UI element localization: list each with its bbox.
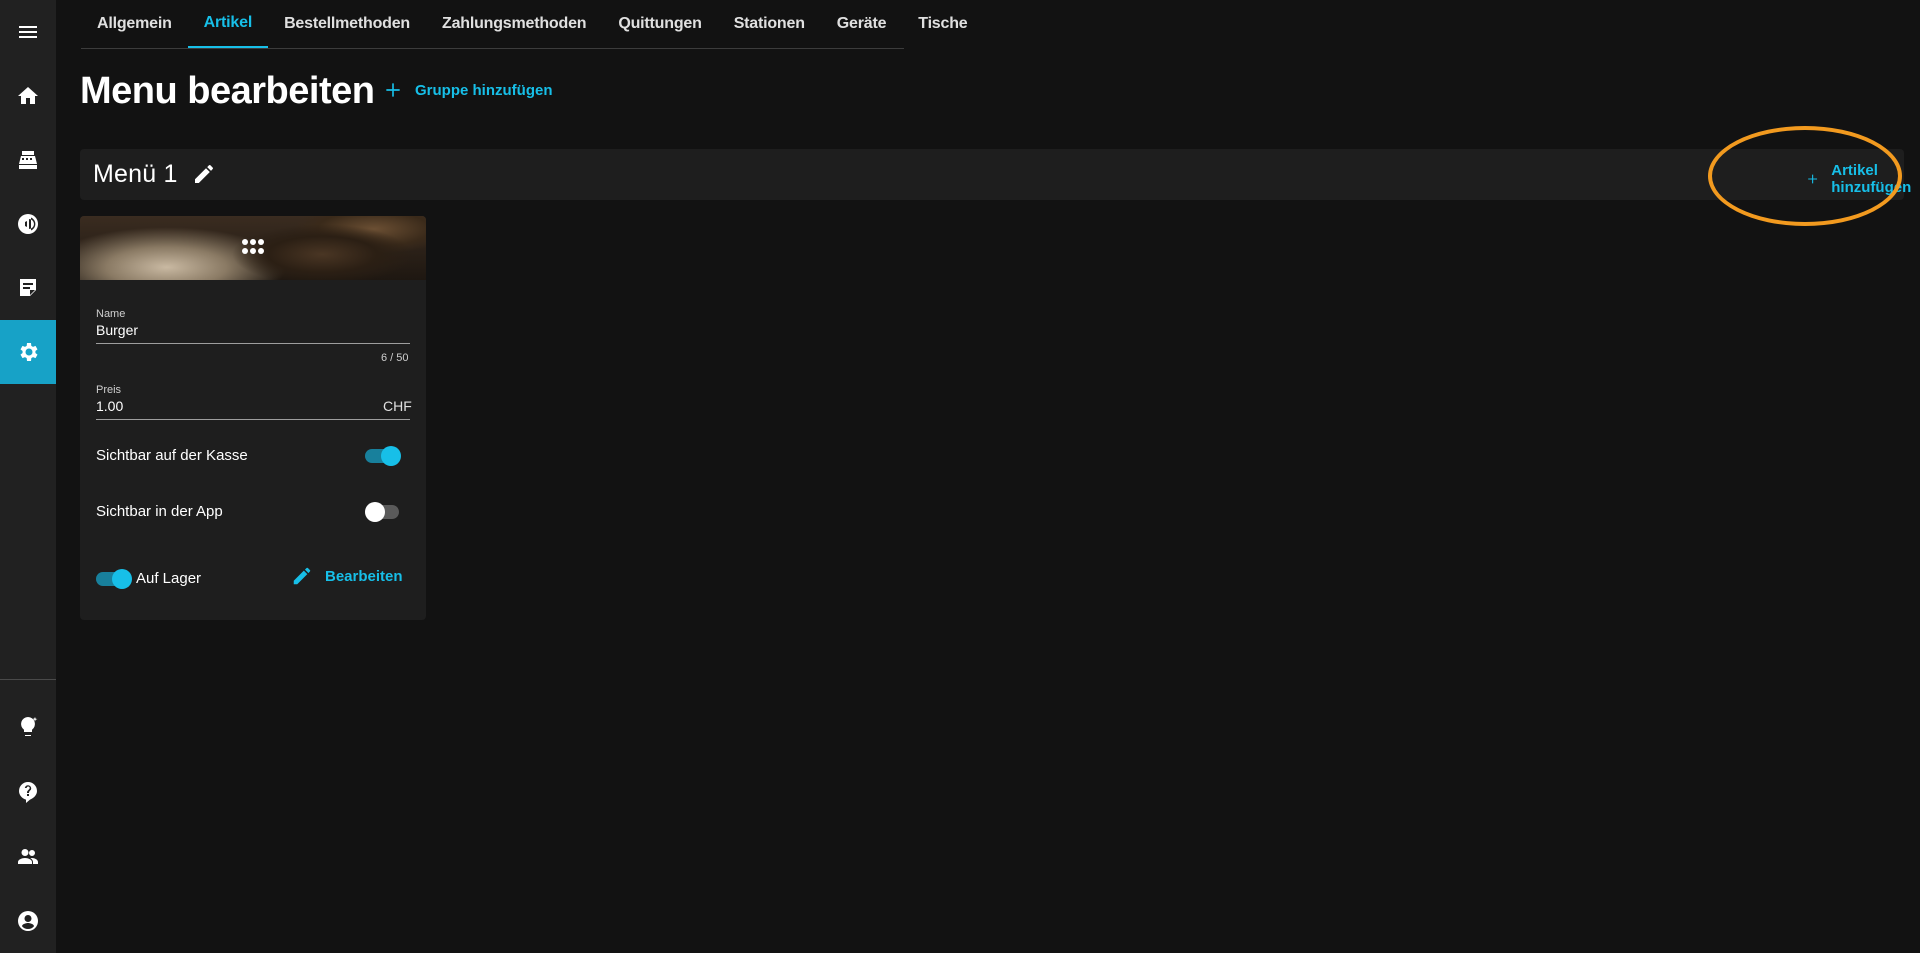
settings-icon[interactable] (0, 320, 56, 384)
plus-icon (1808, 174, 1818, 184)
tab-geraete[interactable]: Geräte (821, 0, 903, 48)
edit-article-label: Bearbeiten (325, 567, 403, 585)
in-stock-label: Auf Lager (136, 570, 202, 587)
home-icon[interactable] (0, 64, 56, 128)
visible-pos-toggle[interactable] (365, 446, 401, 466)
group-title: Menü 1 (93, 160, 178, 188)
name-counter: 6 / 50 (381, 352, 409, 364)
toggle-thumb (112, 569, 132, 589)
article-card: Name Burger 6 / 50 Preis 1.00 CHF Sichtb… (80, 216, 426, 620)
edit-article-button[interactable]: Bearbeiten (291, 565, 403, 587)
add-article-label: Artikel hinzufügen (1831, 162, 1912, 196)
name-field[interactable]: Burger (96, 322, 138, 338)
sidebar-divider (0, 679, 56, 680)
tab-tische[interactable]: Tische (902, 0, 983, 48)
name-field-underline (96, 343, 410, 344)
price-field[interactable]: 1.00 (96, 398, 123, 414)
add-group-button[interactable]: Gruppe hinzufügen (383, 80, 552, 100)
tab-stationen[interactable]: Stationen (718, 0, 821, 48)
settings-tabs: Allgemein Artikel Bestellmethoden Zahlun… (81, 0, 968, 49)
account-icon[interactable] (0, 889, 56, 953)
orders-icon[interactable] (0, 256, 56, 320)
visible-app-label: Sichtbar in der App (96, 503, 223, 520)
page-title: Menu bearbeiten (80, 70, 375, 112)
menu-icon[interactable] (0, 0, 56, 64)
cash-register-icon[interactable] (0, 128, 56, 192)
pencil-icon (293, 567, 311, 585)
tab-allgemein[interactable]: Allgemein (81, 0, 188, 48)
name-field-label: Name (96, 308, 126, 320)
plus-icon (386, 83, 400, 97)
tab-zahlungsmethoden[interactable]: Zahlungsmethoden (426, 0, 602, 48)
in-stock-toggle[interactable] (96, 569, 132, 589)
menu-group-header: Menü 1 Artikel hinzufügen (80, 149, 1911, 200)
tab-bestellmethoden[interactable]: Bestellmethoden (268, 0, 426, 48)
price-field-underline (96, 419, 410, 420)
nfc-icon[interactable] (0, 192, 56, 256)
lightbulb-icon[interactable] (0, 695, 56, 759)
users-icon[interactable] (0, 824, 56, 888)
edit-group-icon[interactable] (192, 162, 216, 186)
price-field-label: Preis (96, 384, 122, 396)
help-icon[interactable] (0, 760, 56, 824)
currency-suffix: CHF (383, 398, 412, 414)
sidebar (0, 0, 56, 953)
visible-pos-label: Sichtbar auf der Kasse (96, 447, 248, 464)
add-group-label: Gruppe hinzufügen (415, 81, 553, 99)
toggle-thumb (365, 502, 385, 522)
add-article-button[interactable]: Artikel hinzufügen (1806, 162, 1918, 196)
visible-app-toggle[interactable] (365, 502, 401, 522)
drag-handle-icon[interactable] (241, 237, 265, 257)
tab-artikel[interactable]: Artikel (187, 0, 269, 48)
toggle-thumb (381, 446, 401, 466)
tab-quittungen[interactable]: Quittungen (602, 0, 717, 48)
